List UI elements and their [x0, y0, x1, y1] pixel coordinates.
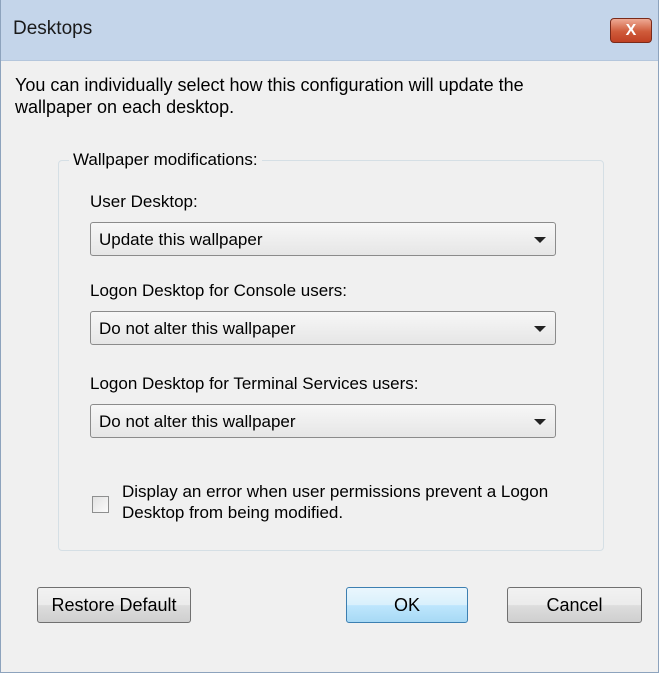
error-checkbox-label[interactable]: Display an error when user permissions p…	[122, 481, 552, 523]
close-icon: X	[625, 21, 637, 39]
close-button[interactable]: X	[610, 18, 652, 43]
user-desktop-select[interactable]: Update this wallpaper	[90, 222, 556, 256]
user-desktop-label: User Desktop:	[90, 192, 198, 211]
user-desktop-value: Update this wallpaper	[99, 230, 263, 249]
intro-text: You can individually select how this con…	[15, 75, 524, 117]
wallpaper-modifications-group: Wallpaper modifications: User Desktop: U…	[58, 150, 604, 551]
logon-terminal-select[interactable]: Do not alter this wallpaper	[90, 404, 556, 438]
chevron-down-icon	[534, 326, 546, 332]
logon-console-select[interactable]: Do not alter this wallpaper	[90, 311, 556, 345]
chevron-down-icon	[534, 237, 546, 243]
dialog-content: You can individually select how this con…	[1, 61, 658, 672]
chevron-down-icon	[534, 419, 546, 425]
ok-button[interactable]: OK	[346, 587, 468, 623]
cancel-button[interactable]: Cancel	[507, 587, 642, 623]
error-checkbox[interactable]	[92, 496, 109, 513]
logon-console-value: Do not alter this wallpaper	[99, 319, 296, 338]
window-title: Desktops	[13, 18, 93, 39]
desktops-dialog: Desktops X You can individually select h…	[0, 0, 659, 673]
logon-terminal-value: Do not alter this wallpaper	[99, 412, 296, 431]
title-bar[interactable]: Desktops X	[1, 0, 658, 61]
logon-console-label: Logon Desktop for Console users:	[90, 281, 348, 300]
logon-terminal-label: Logon Desktop for Terminal Services user…	[90, 374, 419, 393]
restore-default-button[interactable]: Restore Default	[37, 587, 191, 623]
group-legend: Wallpaper modifications:	[69, 150, 262, 170]
